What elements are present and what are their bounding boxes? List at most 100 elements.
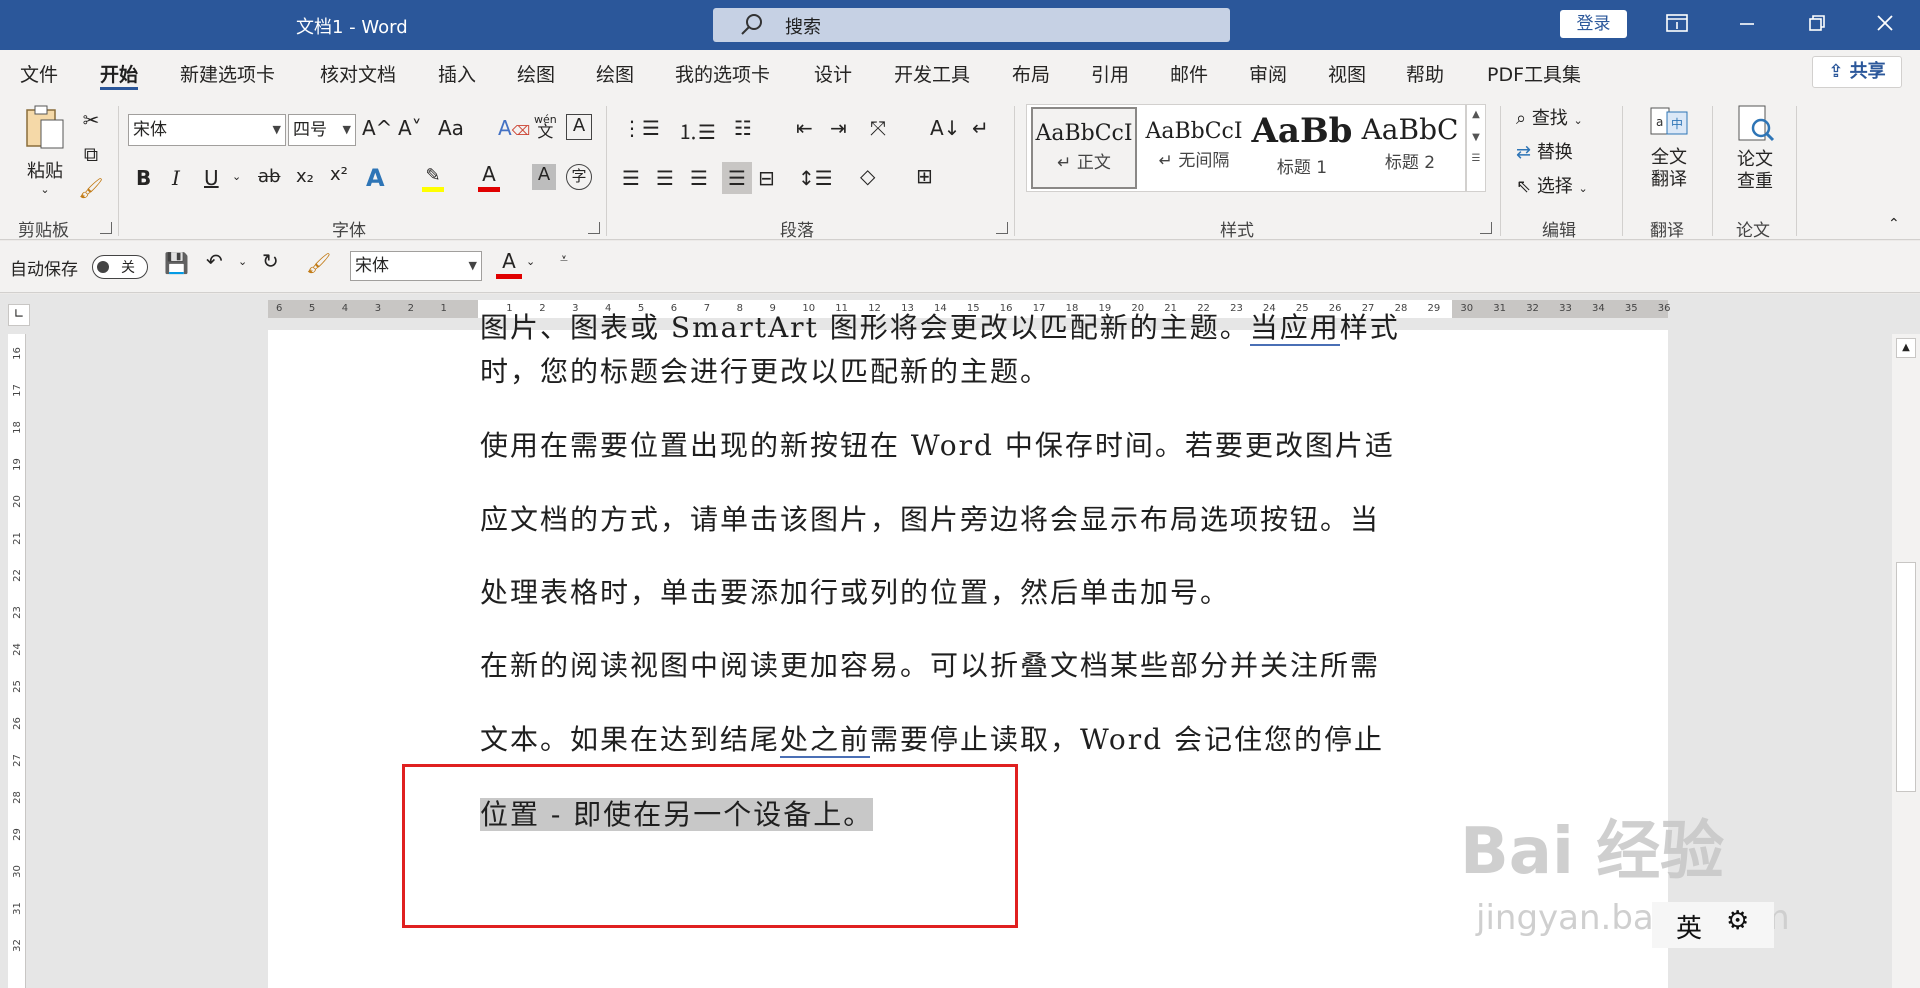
change-case-button[interactable]: Aa — [438, 116, 464, 140]
save-icon[interactable]: 💾 — [164, 251, 189, 275]
redo-icon[interactable]: ↻ — [262, 249, 279, 273]
text-effects-icon[interactable]: A — [366, 164, 385, 192]
tab-home[interactable]: 开始 — [100, 60, 139, 90]
tab-new-tab[interactable]: 新建选项卡 — [180, 60, 275, 90]
underline-button[interactable]: U — [204, 166, 219, 190]
styles-launcher-icon[interactable] — [1480, 222, 1492, 234]
font-size-select[interactable]: 四号 ▼ — [288, 114, 356, 146]
tab-pdf-tools[interactable]: PDF工具集 — [1487, 60, 1581, 90]
chevron-down-icon[interactable]: ⌄ — [238, 255, 247, 268]
login-button[interactable]: 登录 — [1560, 10, 1627, 38]
sort-icon[interactable]: A↓ — [930, 116, 960, 140]
chinese-layout-icon[interactable]: ⤧ — [870, 116, 886, 140]
tab-layout[interactable]: 布局 — [1012, 60, 1050, 90]
tab-my-tab[interactable]: 我的选项卡 — [675, 60, 770, 90]
restore-icon[interactable] — [1802, 10, 1832, 40]
vertical-scrollbar[interactable]: ▲ — [1892, 334, 1920, 988]
multilevel-list-icon[interactable]: ☷ — [734, 116, 752, 140]
tab-stop-selector[interactable]: ∟ — [8, 304, 30, 326]
char-border-icon[interactable]: A — [566, 114, 592, 140]
translate-button[interactable]: a中 全文 翻译 — [1644, 104, 1694, 191]
tab-mailings[interactable]: 邮件 — [1170, 60, 1208, 90]
highlight-color-icon[interactable]: ✎ — [422, 162, 444, 192]
tab-references[interactable]: 引用 — [1091, 60, 1129, 90]
justify-icon[interactable]: ☰ — [722, 162, 752, 194]
chevron-up-icon[interactable]: ▲ — [1467, 109, 1485, 120]
line-spacing-icon[interactable]: ↕☰ — [798, 166, 833, 190]
tab-draw[interactable]: 绘图 — [517, 60, 555, 90]
paste-button[interactable]: 粘贴 ⌄ — [20, 104, 70, 202]
scroll-up-icon[interactable]: ▲ — [1896, 338, 1916, 358]
gear-icon[interactable]: ⚙ — [1726, 906, 1749, 936]
chevron-down-icon[interactable]: ⌄ — [526, 255, 535, 268]
close-icon[interactable] — [1870, 10, 1900, 40]
grow-font-button[interactable]: A^ — [362, 116, 392, 140]
decrease-indent-icon[interactable]: ⇤ — [796, 116, 813, 140]
strikethrough-button[interactable]: ab — [258, 166, 280, 187]
tab-design[interactable]: 设计 — [814, 60, 852, 90]
replace-button[interactable]: ⇄ 替换 — [1516, 138, 1573, 164]
ribbon-display-options-icon[interactable] — [1662, 10, 1692, 40]
style-no-spacing[interactable]: AaBbCcI ↵ 无间隔 — [1141, 107, 1247, 189]
chevron-down-icon[interactable]: ▼ — [1467, 132, 1485, 143]
find-button[interactable]: ⌕ 查找 ⌄ — [1516, 104, 1583, 130]
subscript-button[interactable]: x₂ — [296, 166, 314, 187]
clear-format-icon[interactable]: A⌫ — [498, 116, 530, 140]
ime-indicator[interactable]: 英 ⚙ — [1652, 902, 1774, 948]
italic-button[interactable]: I — [172, 166, 180, 190]
style-heading-2[interactable]: AaBbC 标题 2 — [1357, 107, 1463, 189]
tab-proof-doc[interactable]: 核对文档 — [320, 60, 396, 90]
format-painter-icon[interactable]: 🖌 — [78, 176, 104, 200]
tab-draw-2[interactable]: 绘图 — [596, 60, 634, 90]
search-box[interactable]: 搜索 — [713, 8, 1230, 42]
font-name-select[interactable]: 宋体 ▼ — [128, 114, 286, 146]
align-left-icon[interactable]: ☰ — [622, 166, 640, 190]
align-center-icon[interactable]: ☰ — [656, 166, 674, 190]
clipboard-launcher-icon[interactable] — [100, 222, 112, 234]
style-heading-1[interactable]: AaBb 标题 1 — [1249, 107, 1355, 189]
collapse-ribbon-icon[interactable]: ⌃ — [1888, 216, 1900, 232]
vertical-ruler[interactable]: 16 17 18 19 20 21 22 23 24 25 26 27 28 29 30 31 32 — [8, 334, 26, 988]
increase-indent-icon[interactable]: ⇥ — [830, 116, 847, 140]
bold-button[interactable]: B — [136, 166, 151, 190]
ruler-tick-label: 26 — [11, 717, 23, 730]
more-icon[interactable]: ☰ — [1467, 153, 1485, 164]
tab-file[interactable]: 文件 — [20, 60, 58, 90]
paragraph-launcher-icon[interactable] — [996, 222, 1008, 234]
align-right-icon[interactable]: ☰ — [690, 166, 708, 190]
shrink-font-button[interactable]: A˅ — [398, 116, 422, 140]
enclose-char-icon[interactable]: 字 — [566, 164, 592, 190]
scrollbar-thumb[interactable] — [1896, 562, 1916, 792]
tab-view[interactable]: 视图 — [1328, 60, 1366, 90]
font-color-icon[interactable]: A — [496, 249, 522, 281]
tab-review[interactable]: 审阅 — [1249, 60, 1287, 90]
qat-font-select[interactable]: 宋体 ▼ — [350, 251, 482, 281]
tab-developer[interactable]: 开发工具 — [894, 60, 970, 90]
copy-icon[interactable]: ⧉ — [78, 142, 104, 166]
select-button[interactable]: ⇖ 选择 ⌄ — [1516, 172, 1588, 198]
style-normal[interactable]: AaBbCcI ↵ 正文 — [1031, 107, 1137, 189]
share-button[interactable]: ⇪ 共享 — [1812, 56, 1902, 88]
show-marks-icon[interactable]: ↵ — [972, 116, 989, 140]
font-color-icon[interactable]: A — [478, 162, 500, 192]
superscript-button[interactable]: x² — [330, 164, 348, 185]
distributed-icon[interactable]: ⊟ — [758, 166, 775, 190]
paper-check-button[interactable]: 论文 查重 — [1730, 104, 1780, 193]
undo-icon[interactable]: ↶ — [206, 249, 223, 273]
numbering-icon[interactable]: ⒈☰ — [678, 116, 716, 145]
format-painter-icon[interactable]: 🖌 — [306, 251, 331, 275]
styles-gallery-scroll[interactable]: ▲ ▼ ☰ — [1466, 104, 1486, 192]
font-launcher-icon[interactable] — [588, 222, 600, 234]
autosave-toggle[interactable]: 关 — [92, 255, 148, 279]
chevron-down-icon[interactable]: ⌄ — [232, 170, 241, 183]
cut-icon[interactable]: ✂ — [78, 108, 104, 132]
customize-qat-icon[interactable]: ⩡ — [560, 251, 568, 267]
borders-icon[interactable]: ⊞ — [916, 164, 933, 188]
char-shading-icon[interactable]: A — [532, 164, 556, 190]
shading-icon[interactable]: ◇ — [860, 164, 875, 188]
minimize-icon[interactable] — [1732, 10, 1762, 40]
bullets-icon[interactable]: ⋮☰ — [622, 116, 660, 140]
tab-insert[interactable]: 插入 — [438, 60, 476, 90]
phonetic-guide-button[interactable]: wén 文 — [534, 114, 557, 140]
tab-help[interactable]: 帮助 — [1406, 60, 1444, 90]
